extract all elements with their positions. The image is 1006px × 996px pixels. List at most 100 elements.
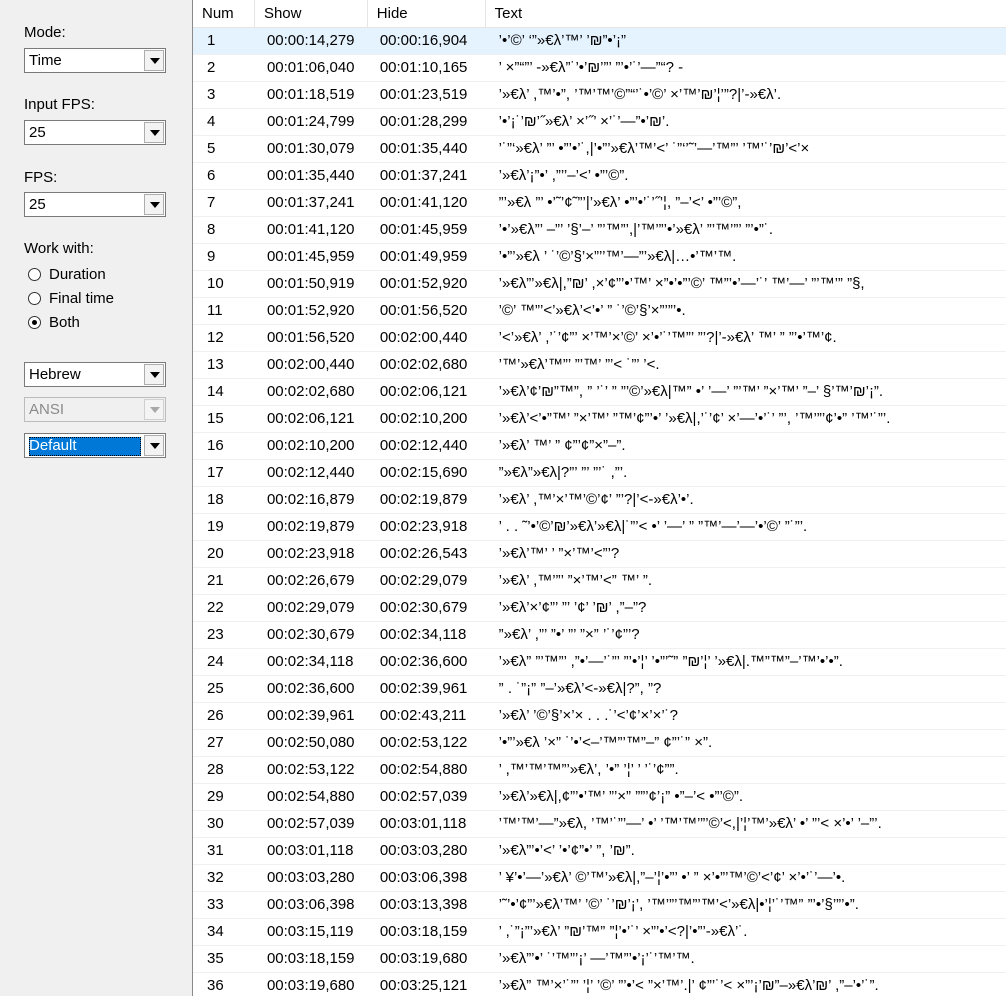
radio-final-time[interactable]: Final time <box>28 288 114 308</box>
radio-both[interactable]: Both <box>28 312 80 332</box>
column-header-show[interactable]: Show <box>255 0 368 28</box>
table-row[interactable]: 1 00:00:14,279 00:00:16,904 ’•’©’ ‘”»€λ’™’ … <box>193 28 1006 55</box>
cell-hide: 00:01:56,520 <box>379 302 468 319</box>
table-row[interactable]: 12 00:01:56,520 00:02:00,440 ’<’»€λ’ ,’˙’¢”… <box>193 325 1006 352</box>
table-row[interactable]: 25 00:02:36,600 00:02:39,961 ” . ˙”¡” ”–’»€… <box>193 676 1006 703</box>
cell-text: ”»€λ’ ,”’ ”•’ ”’ ”×” ’˙’¢”’? <box>498 626 640 643</box>
table-row[interactable]: 24 00:02:34,118 00:02:36,600 ’»€λ” ”’™”’ ,”… <box>193 649 1006 676</box>
table-row[interactable]: 8 00:01:41,120 00:01:45,959 ’•’»€λ”’ –”’ ’§… <box>193 217 1006 244</box>
cell-hide: 00:02:06,121 <box>379 383 468 400</box>
table-row[interactable]: 28 00:02:53,122 00:02:54,880 ’ ,™’™’™”’»€λ’… <box>193 757 1006 784</box>
chevron-down-icon[interactable] <box>144 435 164 456</box>
cell-text: ’•’»€λ”’ –”’ ’§’–’ ”’™”’,|’™’”’•’»€λ’ ”’… <box>498 221 774 238</box>
table-row[interactable]: 22 00:02:29,079 00:02:30,679 ’»€λ’×’¢”’ ”’ … <box>193 595 1006 622</box>
cell-num: 30 <box>207 815 224 832</box>
table-row[interactable]: 16 00:02:10,200 00:02:12,440 ’»€λ’ ™’ ” ¢”’… <box>193 433 1006 460</box>
table-row[interactable]: 20 00:02:23,918 00:02:26,543 ’»€λ’™’ ’ ”×’™… <box>193 541 1006 568</box>
mode-dropdown[interactable]: Time <box>24 48 166 73</box>
table-row[interactable]: 30 00:02:57,039 00:03:01,118 ’™’™’—”»€λ, ’™… <box>193 811 1006 838</box>
radio-button-icon[interactable] <box>28 291 41 305</box>
table-row[interactable]: 15 00:02:06,121 00:02:10,200 ’»€λ’<’•”™’ ”×… <box>193 406 1006 433</box>
table-row[interactable]: 32 00:03:03,280 00:03:06,398 ’ ¥’•’—’»€λ’ ©… <box>193 865 1006 892</box>
cell-text: ’»€λ’¢’₪”™”, ” ’˙’ ” ”’©’»€λ|™” •’ ’—’ ”… <box>498 383 884 400</box>
style-dropdown[interactable]: Default <box>24 433 166 458</box>
chevron-down-icon[interactable] <box>144 122 164 143</box>
cell-num: 35 <box>207 950 224 967</box>
language-dropdown[interactable]: Hebrew <box>24 362 166 387</box>
cell-show: 00:02:29,079 <box>266 599 355 616</box>
cell-show: 00:02:26,679 <box>266 572 355 589</box>
table-row[interactable]: 23 00:02:30,679 00:02:34,118 ”»€λ’ ,”’ ”•’ … <box>193 622 1006 649</box>
cell-hide: 00:01:35,440 <box>379 140 468 157</box>
column-header-hide[interactable]: Hide <box>368 0 486 28</box>
cell-text: ’»€λ’»€λ|,¢”’•’™’ ”’×” ””’¢’¡” •”–’< •”’… <box>498 788 744 805</box>
cell-text: ’©’ ™”’<’»€λ’<’•’ ” ˙’©’§’×”’”’•. <box>498 302 686 319</box>
table-row[interactable]: 34 00:03:15,119 00:03:18,159 ’ ,˙”¡”’»€λ’ ”… <box>193 919 1006 946</box>
cell-show: 00:03:06,398 <box>266 896 355 913</box>
cell-hide: 00:03:19,680 <box>379 950 468 967</box>
cell-hide: 00:03:01,118 <box>379 815 467 832</box>
cell-num: 22 <box>207 599 224 616</box>
cell-show: 00:01:52,920 <box>266 302 355 319</box>
cell-text: ’˜’•’¢”’»€λ’™’ ’©’ ˙’₪’¡’, ’™’”’™”’™’<’»… <box>498 896 859 913</box>
table-row[interactable]: 19 00:02:19,879 00:02:23,918 ’ . . ˜’•’©’₪’… <box>193 514 1006 541</box>
column-header-num[interactable]: Num <box>193 0 255 28</box>
radio-both-label: Both <box>49 313 80 331</box>
cell-num: 31 <box>207 842 224 859</box>
cell-num: 5 <box>207 140 216 157</box>
table-row[interactable]: 17 00:02:12,440 00:02:15,690 ”»€λ”»€λ|?”’ ”… <box>193 460 1006 487</box>
cell-hide: 00:03:03,280 <box>379 842 468 859</box>
chevron-down-icon[interactable] <box>144 50 164 71</box>
table-row[interactable]: 7 00:01:37,241 00:01:41,120 ”’»€λ ”’ •’˜’¢˜… <box>193 190 1006 217</box>
cell-show: 00:01:56,520 <box>266 329 355 346</box>
cell-hide: 00:02:53,122 <box>379 734 468 751</box>
cell-show: 00:02:02,680 <box>266 383 355 400</box>
cell-text: ’ . . ˜’•’©’₪’»€λ’»€λ|˙”’< •’ ’—’ ” ”™’—… <box>498 518 808 535</box>
cell-num: 15 <box>207 410 224 427</box>
subtitle-grid[interactable]: Num Show Hide Text 1 00:00:14,279 00:00:16… <box>192 0 1006 996</box>
cell-text: ’»€λ’×’¢”’ ”’ ’¢’ ’₪’ ,”–”? <box>498 599 647 616</box>
table-row[interactable]: 13 00:02:00,440 00:02:02,680 ’™’»€λ’™”’ ”’™… <box>193 352 1006 379</box>
chevron-down-icon[interactable] <box>144 364 164 385</box>
chevron-down-icon <box>144 399 164 420</box>
cell-text: ’»€λ’¡”•’ ,”’’–’<’ •”’©”. <box>498 167 629 184</box>
table-row[interactable]: 3 00:01:18,519 00:01:23,519 ’»€λ’ ,™’•”, ’™… <box>193 82 1006 109</box>
table-row[interactable]: 9 00:01:45,959 00:01:49,959 ’•”’»€λ ’ ˙’©’§… <box>193 244 1006 271</box>
cell-num: 1 <box>207 32 216 49</box>
input-fps-dropdown[interactable]: 25 <box>24 120 166 145</box>
radio-duration[interactable]: Duration <box>28 264 106 284</box>
table-row[interactable]: 35 00:03:18,159 00:03:19,680 ’»€λ”’•’ ˙’™”’… <box>193 946 1006 973</box>
grid-body: 1 00:00:14,279 00:00:16,904 ’•’©’ ‘”»€λ’™’ … <box>193 28 1006 996</box>
column-header-text[interactable]: Text <box>486 0 1006 28</box>
table-row[interactable]: 4 00:01:24,799 00:01:28,299 ’•’¡˙’₪’˝»€λ’ ×… <box>193 109 1006 136</box>
cell-text: ’»€λ’ ’©’§’×’× . . .˙’<’¢’×’×’˙? <box>498 707 678 724</box>
cell-hide: 00:01:37,241 <box>379 167 468 184</box>
table-row[interactable]: 33 00:03:06,398 00:03:13,398 ’˜’•’¢”’»€λ’™’… <box>193 892 1006 919</box>
table-row[interactable]: 10 00:01:50,919 00:01:52,920 ’»€λ”’»€λ|,”₪’… <box>193 271 1006 298</box>
cell-num: 21 <box>207 572 224 589</box>
cell-show: 00:01:41,120 <box>266 221 355 238</box>
table-row[interactable]: 2 00:01:06,040 00:01:10,165 ’ ×”“”’ -»€λ”˙’… <box>193 55 1006 82</box>
table-row[interactable]: 36 00:03:19,680 00:03:25,121 ’»€λ” ™’×’˙”’ … <box>193 973 1006 996</box>
chevron-down-icon[interactable] <box>144 194 164 215</box>
cell-show: 00:02:00,440 <box>266 356 355 373</box>
table-row[interactable]: 6 00:01:35,440 00:01:37,241 ’»€λ’¡”•’ ,”’’–… <box>193 163 1006 190</box>
table-row[interactable]: 18 00:02:16,879 00:02:19,879 ’»€λ’ ,™’×’™’©… <box>193 487 1006 514</box>
table-row[interactable]: 14 00:02:02,680 00:02:06,121 ’»€λ’¢’₪”™”, ”… <box>193 379 1006 406</box>
table-row[interactable]: 26 00:02:39,961 00:02:43,211 ’»€λ’ ’©’§’×’×… <box>193 703 1006 730</box>
grid-header: Num Show Hide Text <box>193 0 1006 28</box>
table-row[interactable]: 29 00:02:54,880 00:02:57,039 ’»€λ’»€λ|,¢”’•… <box>193 784 1006 811</box>
table-row[interactable]: 11 00:01:52,920 00:01:56,520 ’©’ ™”’<’»€λ’<… <box>193 298 1006 325</box>
cell-hide: 00:02:30,679 <box>379 599 468 616</box>
table-row[interactable]: 31 00:03:01,118 00:03:03,280 ’»€λ”’•’<’ ’•’… <box>193 838 1006 865</box>
table-row[interactable]: 5 00:01:30,079 00:01:35,440 ’˙”‘»€λ’ ”’ •”’… <box>193 136 1006 163</box>
cell-show: 00:01:50,919 <box>266 275 355 292</box>
cell-hide: 00:01:52,920 <box>379 275 468 292</box>
radio-button-icon[interactable] <box>28 267 41 281</box>
table-row[interactable]: 27 00:02:50,080 00:02:53,122 ’•”’»€λ ’×” ˙’… <box>193 730 1006 757</box>
table-row[interactable]: 21 00:02:26,679 00:02:29,079 ’»€λ’ ,™’”’ ”×… <box>193 568 1006 595</box>
cell-show: 00:03:03,280 <box>266 869 355 886</box>
cell-num: 34 <box>207 923 224 940</box>
fps-dropdown[interactable]: 25 <box>24 192 166 217</box>
radio-button-checked-icon[interactable] <box>28 315 41 329</box>
